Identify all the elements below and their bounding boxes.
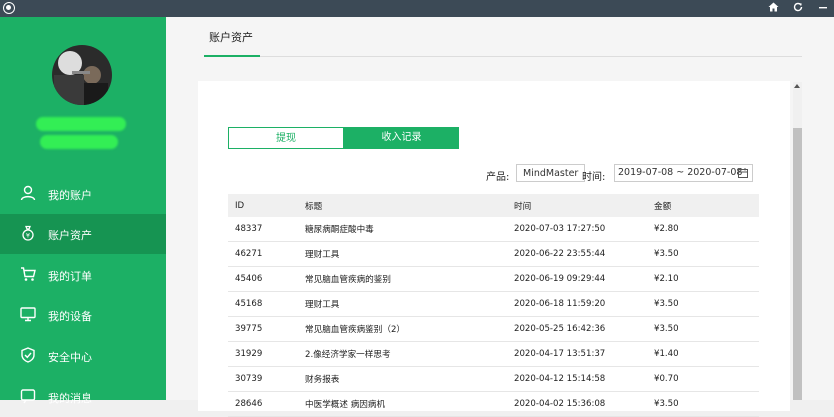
cart-icon [21, 267, 36, 281]
cell-title: 2.像经济学家一样思考 [298, 341, 507, 367]
table-row[interactable]: 45168 理财工具 2020-06-18 11:59:20 ¥3.50 [228, 291, 759, 317]
cell-amount: ¥1.40 [647, 341, 759, 367]
cell-time: 2020-04-12 15:14:58 [507, 366, 647, 392]
cell-id: 46271 [228, 241, 298, 267]
income-records-table: ID 标题 时间 金额 48337 糖尿病酮症酸中毒 2020-07-03 17:2… [228, 194, 759, 417]
date-range-value: 2019-07-08 ~ 2020-07-08 [618, 167, 743, 178]
time-label: 时间: [582, 172, 606, 183]
table-row[interactable]: 48337 糖尿病酮症酸中毒 2020-07-03 17:27:50 ¥2.80 [228, 217, 759, 242]
table-row[interactable]: 45406 常见脑血管疾病的鉴别 2020-06-19 09:29:44 ¥2.10 [228, 266, 759, 292]
table-row[interactable]: 30739 财务报表 2020-04-12 15:14:58 ¥0.70 [228, 366, 759, 392]
cell-amount: ¥2.80 [647, 217, 759, 242]
date-range-picker[interactable]: 2019-07-08 ~ 2020-07-08 [614, 164, 753, 182]
cell-id: 31929 [228, 341, 298, 367]
column-header-title: 标题 [298, 194, 507, 217]
main-content: 账户资产 提现 收入记录 产品: MindMaster 时间: 2019-07-… [166, 17, 834, 417]
cell-amount: ¥2.10 [647, 266, 759, 292]
cell-title: 常见脑血管疾病鉴别（2） [298, 316, 507, 342]
cell-id: 30739 [228, 366, 298, 392]
cell-time: 2020-04-02 15:36:08 [507, 391, 647, 417]
window-titlebar [0, 0, 834, 17]
shield-icon [21, 347, 35, 363]
home-icon[interactable] [762, 0, 784, 17]
refresh-icon[interactable] [787, 0, 809, 17]
cell-id: 39775 [228, 316, 298, 342]
cell-title: 理财工具 [298, 241, 507, 267]
table-row[interactable]: 39775 常见脑血管疾病鉴别（2） 2020-05-25 16:42:36 ¥3.5… [228, 316, 759, 342]
cell-time: 2020-05-25 16:42:36 [507, 316, 647, 342]
sidebar-item-my-orders[interactable]: 我的订单 [0, 255, 166, 295]
avatar[interactable] [52, 45, 112, 105]
cell-amount: ¥3.50 [647, 241, 759, 267]
app-logo-icon [3, 2, 15, 14]
minimize-icon[interactable] [812, 0, 834, 17]
cell-amount: ¥0.70 [647, 366, 759, 392]
money-bag-icon: ¥ [22, 225, 34, 241]
sidebar-item-account-assets[interactable]: ¥ 账户资产 [0, 214, 166, 254]
cell-time: 2020-06-22 23:55:44 [507, 241, 647, 267]
cell-time: 2020-06-18 11:59:20 [507, 291, 647, 317]
sidebar-item-my-devices[interactable]: 我的设备 [0, 295, 166, 335]
scrollbar[interactable] [793, 82, 802, 400]
svg-text:¥: ¥ [26, 232, 30, 240]
income-records-tab[interactable]: 收入记录 [344, 127, 459, 149]
withdraw-tab[interactable]: 提现 [228, 127, 344, 149]
sidebar-item-label: 安全中心 [48, 351, 92, 364]
product-label: 产品: [486, 172, 510, 183]
active-tab-indicator [204, 55, 260, 57]
cell-id: 48337 [228, 217, 298, 242]
cell-title: 财务报表 [298, 366, 507, 392]
column-header-id: ID [228, 194, 298, 217]
sidebar: 我的账户 ¥ 账户资产 我的订单 我的设备 安全中心 我的消息 [0, 17, 166, 405]
sidebar-item-label: 我的账户 [48, 189, 92, 202]
product-select[interactable]: MindMaster [516, 164, 586, 182]
cell-time: 2020-07-03 17:27:50 [507, 217, 647, 242]
sidebar-item-my-messages[interactable]: 我的消息 [0, 377, 166, 417]
cell-time: 2020-06-19 09:29:44 [507, 266, 647, 292]
table-row[interactable]: 31929 2.像经济学家一样思考 2020-04-17 13:51:37 ¥1.40 [228, 341, 759, 367]
username-redacted [36, 117, 126, 131]
sidebar-item-security-center[interactable]: 安全中心 [0, 336, 166, 376]
tab-divider [204, 56, 802, 57]
cell-amount: ¥3.50 [647, 391, 759, 417]
cell-title: 糖尿病酮症酸中毒 [298, 217, 507, 242]
cell-time: 2020-04-17 13:51:37 [507, 341, 647, 367]
sidebar-item-label: 我的设备 [48, 310, 92, 323]
user-info-redacted [40, 135, 118, 149]
sidebar-item-label: 账户资产 [48, 229, 92, 242]
content-card: 提现 收入记录 产品: MindMaster 时间: 2019-07-08 ~ … [198, 81, 790, 417]
cell-id: 28646 [228, 391, 298, 417]
tab-account-assets[interactable]: 账户资产 [209, 29, 253, 45]
monitor-icon [20, 307, 36, 322]
table-header: ID 标题 时间 金额 [228, 194, 759, 217]
cell-title: 理财工具 [298, 291, 507, 317]
cell-title: 常见脑血管疾病的鉴别 [298, 266, 507, 292]
column-header-time: 时间 [507, 194, 647, 217]
scroll-up-arrow-icon[interactable] [794, 84, 800, 88]
cell-id: 45168 [228, 291, 298, 317]
table-row[interactable]: 28646 中医学概述 病因病机 2020-04-02 15:36:08 ¥3.50 [228, 391, 759, 417]
scrollbar-thumb[interactable] [793, 128, 802, 400]
cell-amount: ¥3.50 [647, 316, 759, 342]
cell-title: 中医学概述 病因病机 [298, 391, 507, 417]
sidebar-item-my-account[interactable]: 我的账户 [0, 174, 166, 214]
user-icon [20, 185, 36, 201]
message-icon [20, 389, 36, 404]
table-row[interactable]: 46271 理财工具 2020-06-22 23:55:44 ¥3.50 [228, 241, 759, 267]
sidebar-item-label: 我的订单 [48, 270, 92, 283]
calendar-icon [738, 168, 748, 178]
cell-id: 45406 [228, 266, 298, 292]
column-header-amount: 金额 [647, 194, 759, 217]
sidebar-item-label: 我的消息 [48, 392, 92, 405]
cell-amount: ¥3.50 [647, 291, 759, 317]
